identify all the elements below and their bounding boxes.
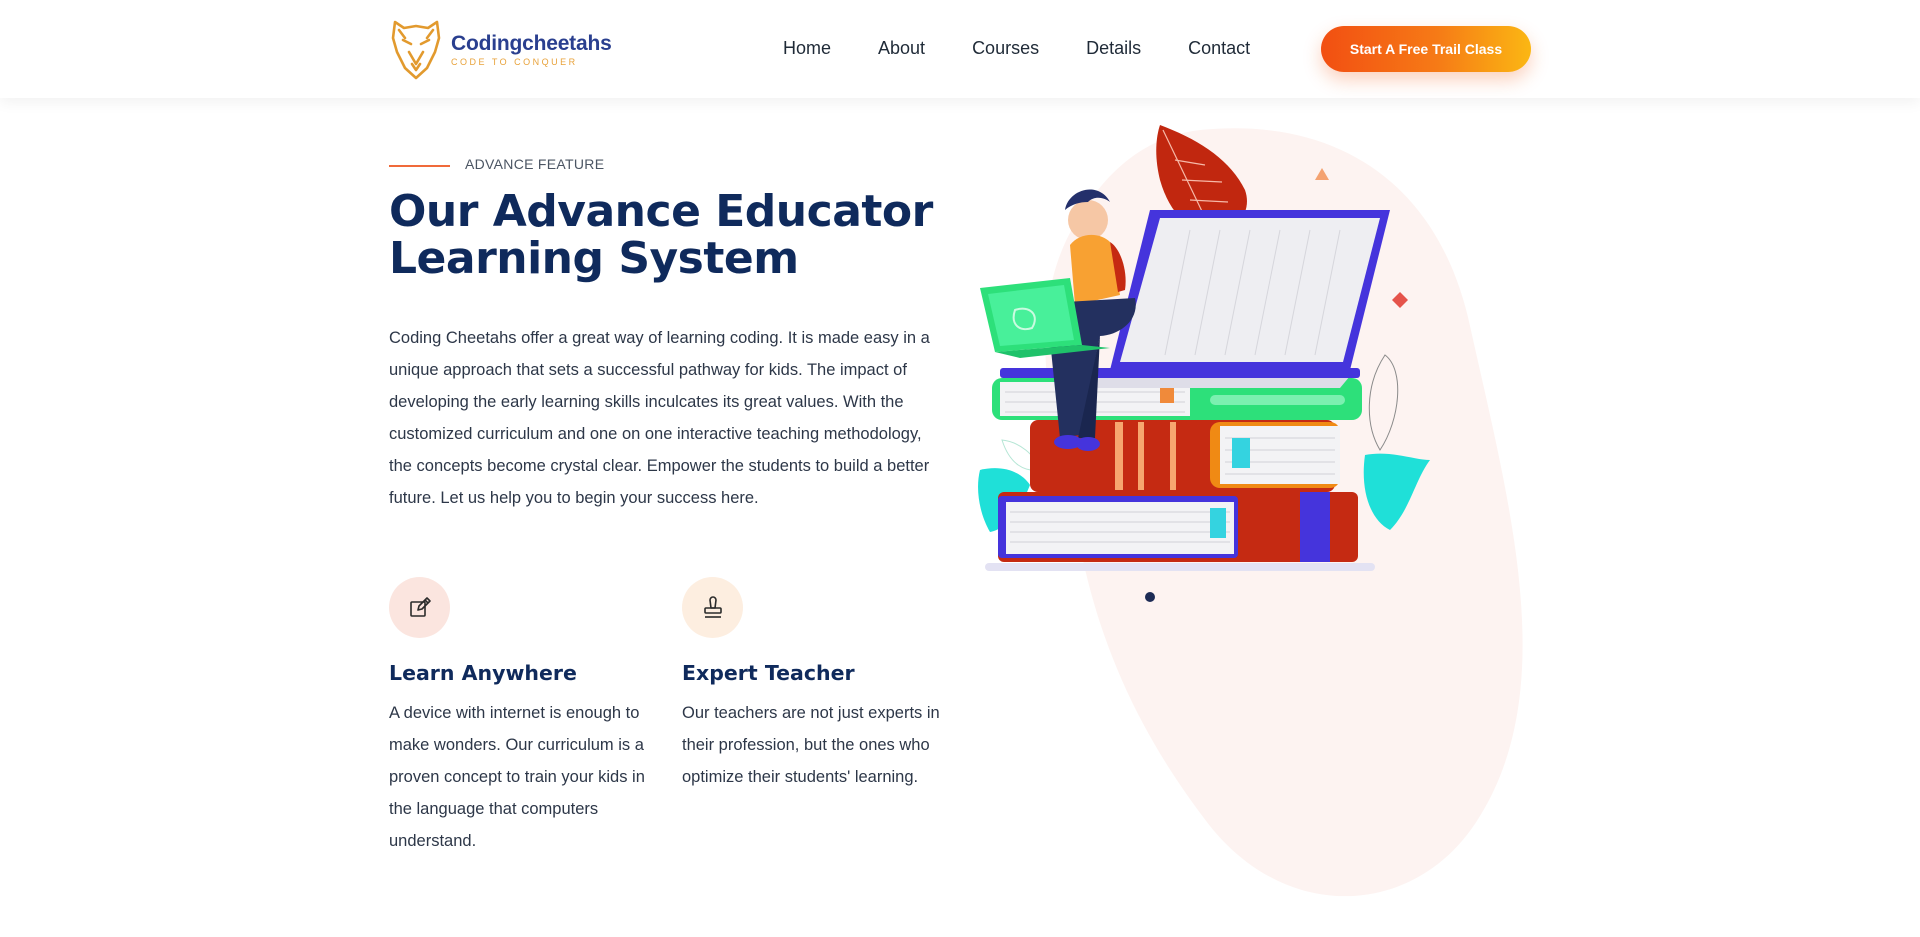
eyebrow-divider bbox=[389, 165, 450, 167]
brand-name: Codingcheetahs bbox=[451, 31, 612, 55]
edit-icon bbox=[389, 577, 450, 638]
nav-details[interactable]: Details bbox=[1086, 38, 1141, 59]
stamp-icon bbox=[682, 577, 743, 638]
feature-learn-anywhere: Learn Anywhere A device with internet is… bbox=[389, 577, 654, 857]
nav-about[interactable]: About bbox=[878, 38, 925, 59]
section-description: Coding Cheetahs offer a great way of lea… bbox=[389, 329, 930, 507]
eyebrow-label: ADVANCE FEATURE bbox=[465, 156, 605, 172]
site-header: Codingcheetahs CODE TO CONQUER Home Abou… bbox=[0, 0, 1920, 98]
cheetah-logo-icon bbox=[391, 20, 441, 80]
brand-logo[interactable]: Codingcheetahs CODE TO CONQUER bbox=[389, 18, 612, 80]
feature-expert-teacher: Expert Teacher Our teachers are not just… bbox=[682, 577, 940, 793]
brand-tagline: CODE TO CONQUER bbox=[451, 56, 578, 67]
nav-contact[interactable]: Contact bbox=[1188, 38, 1250, 59]
feature-description: Our teachers are not just experts in the… bbox=[682, 704, 940, 786]
section-title: Our Advance Educator Learning System bbox=[389, 186, 933, 284]
carousel-dot[interactable] bbox=[1145, 592, 1155, 602]
nav-home[interactable]: Home bbox=[783, 38, 831, 59]
student-books-illustration bbox=[978, 125, 1430, 571]
feature-title: Expert Teacher bbox=[682, 661, 855, 685]
feature-description: A device with internet is enough to make… bbox=[389, 704, 645, 850]
nav-courses[interactable]: Courses bbox=[972, 38, 1039, 59]
feature-title: Learn Anywhere bbox=[389, 661, 577, 685]
free-trial-button[interactable]: Start A Free Trail Class bbox=[1321, 26, 1531, 72]
main-nav: Home About Courses Details Contact bbox=[783, 38, 1250, 59]
section-eyebrow: ADVANCE FEATURE bbox=[389, 156, 604, 172]
